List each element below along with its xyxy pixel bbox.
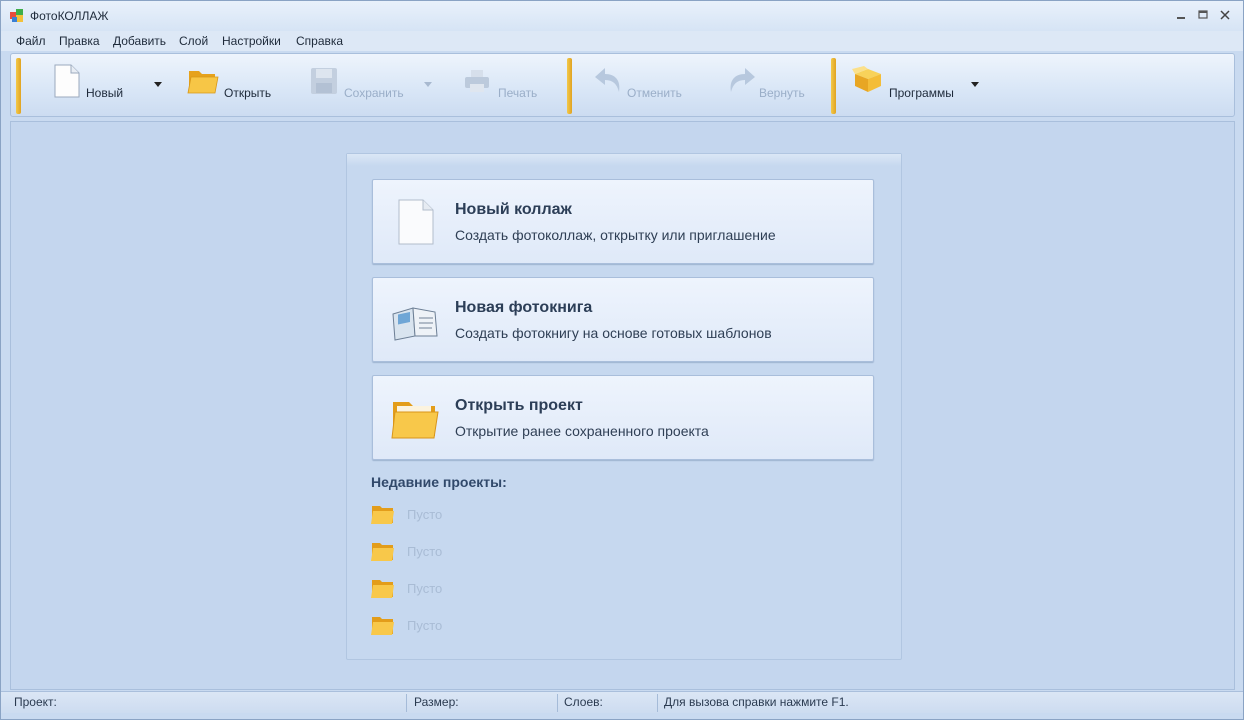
menu-layer[interactable]: Слой [179, 34, 208, 48]
menu-bar: Файл Правка Добавить Слой Настройки Спра… [1, 31, 1243, 51]
status-layers: Слоев: [564, 695, 603, 709]
redo-button[interactable]: Вернуть [725, 62, 825, 110]
status-project: Проект: [14, 695, 57, 709]
open-button-label: Открыть [224, 86, 272, 100]
minimize-button[interactable] [1171, 7, 1191, 25]
undo-button[interactable]: Отменить [593, 62, 693, 110]
status-divider [406, 694, 407, 712]
menu-file[interactable]: Файл [16, 34, 46, 48]
start-panel: Новый коллаж Создать фотоколлаж, открытк… [346, 153, 902, 660]
folder-icon [371, 580, 394, 598]
recent-project-label: Пусто [407, 618, 443, 633]
title-bar: ФотоКОЛЛАЖ [1, 1, 1243, 31]
menu-add[interactable]: Добавить [113, 34, 166, 48]
new-collage-card[interactable]: Новый коллаж Создать фотоколлаж, открытк… [372, 179, 874, 264]
toolbar: Новый Открыть Сохранить Печать Отменить … [10, 53, 1235, 117]
blank-page-icon [398, 199, 434, 245]
card-title: Новая фотокнига [455, 299, 593, 316]
folder-icon [371, 506, 394, 524]
print-button-label: Печать [498, 86, 538, 100]
open-project-card[interactable]: Открыть проект Открытие ранее сохраненно… [372, 375, 874, 460]
save-button[interactable]: Сохранить [309, 62, 413, 110]
save-disk-icon [311, 68, 337, 94]
programs-button-label: Программы [889, 86, 954, 100]
app-window: ФотоКОЛЛАЖ Файл Правка Добавить Слой Нас… [0, 0, 1244, 720]
redo-button-label: Вернуть [759, 86, 805, 100]
open-folder-icon [187, 71, 219, 94]
toolbar-separator [16, 58, 21, 114]
undo-button-label: Отменить [627, 86, 682, 100]
status-size: Размер: [414, 695, 459, 709]
maximize-button[interactable] [1193, 7, 1213, 25]
maximize-icon [1198, 10, 1208, 19]
toolbar-separator [567, 58, 572, 114]
folder-icon [371, 543, 394, 561]
close-button[interactable] [1215, 7, 1235, 25]
new-photobook-card[interactable]: Новая фотокнига Создать фотокнигу на осн… [372, 277, 874, 362]
folder-icon [371, 617, 394, 635]
minimize-icon [1177, 17, 1185, 19]
recent-project-label: Пусто [407, 544, 443, 559]
save-dropdown-arrow[interactable] [424, 82, 432, 87]
new-button-label: Новый [86, 86, 124, 100]
menu-settings[interactable]: Настройки [222, 34, 281, 48]
status-help-hint: Для вызова справки нажмите F1. [664, 695, 849, 709]
recent-project-item[interactable]: Пусто [371, 613, 571, 637]
recent-project-label: Пусто [407, 581, 443, 596]
new-button[interactable]: Новый [53, 62, 133, 110]
status-divider [557, 694, 558, 712]
card-description: Создать фотоколлаж, открытку или приглаш… [455, 227, 776, 243]
toolbar-separator [831, 58, 836, 114]
card-description: Создать фотокнигу на основе готовых шабл… [455, 325, 772, 341]
recent-projects-title: Недавние проекты: [371, 474, 507, 490]
app-logo-icon [10, 9, 23, 22]
recent-project-item[interactable]: Пусто [371, 502, 571, 526]
panel-header [347, 154, 901, 166]
card-title: Новый коллаж [455, 201, 572, 218]
programs-box-icon [852, 66, 881, 92]
open-button[interactable]: Открыть [187, 62, 279, 110]
recent-project-item[interactable]: Пусто [371, 539, 571, 563]
card-title: Открыть проект [455, 397, 583, 414]
programs-button[interactable]: Программы [852, 62, 962, 110]
print-button[interactable]: Печать [463, 62, 549, 110]
menu-help[interactable]: Справка [296, 34, 343, 48]
close-icon [1220, 10, 1230, 20]
recent-project-label: Пусто [407, 507, 443, 522]
programs-dropdown-arrow[interactable] [971, 82, 979, 87]
photobook-icon [392, 307, 438, 341]
recent-project-item[interactable]: Пусто [371, 576, 571, 600]
window-title: ФотоКОЛЛАЖ [30, 9, 109, 23]
folder-icon [391, 402, 439, 439]
undo-arrow-icon [595, 68, 620, 92]
printer-icon [465, 70, 489, 92]
new-document-icon [54, 64, 80, 98]
menu-edit[interactable]: Правка [59, 34, 100, 48]
redo-arrow-icon [730, 68, 755, 92]
new-dropdown-arrow[interactable] [154, 82, 162, 87]
status-bar: Проект: Размер: Слоев: Для вызова справк… [1, 691, 1243, 713]
workspace: Новый коллаж Создать фотоколлаж, открытк… [10, 121, 1235, 690]
save-button-label: Сохранить [344, 86, 404, 100]
card-description: Открытие ранее сохраненного проекта [455, 423, 709, 439]
status-divider [657, 694, 658, 712]
